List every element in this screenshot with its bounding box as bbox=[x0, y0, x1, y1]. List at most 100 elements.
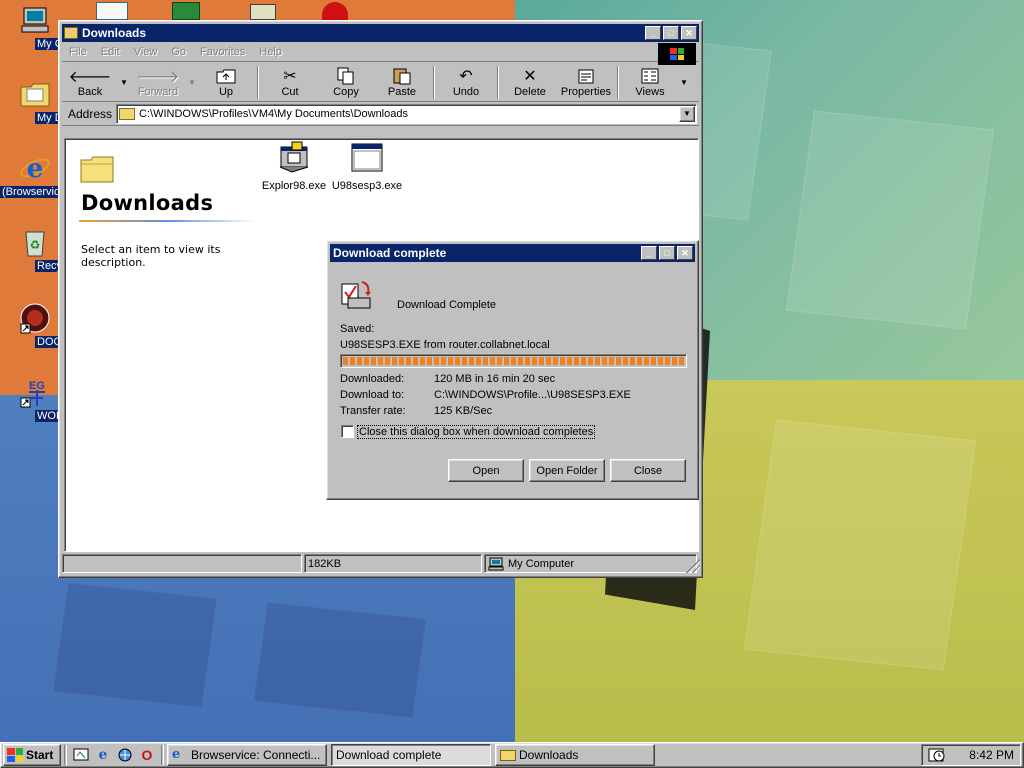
delete-label: Delete bbox=[514, 86, 546, 98]
svg-text:e: e bbox=[27, 154, 44, 184]
start-label: Start bbox=[26, 748, 54, 762]
excel-icon[interactable] bbox=[172, 2, 200, 20]
wallpaper-tile bbox=[743, 419, 977, 671]
close-button[interactable]: ✕ bbox=[677, 246, 693, 260]
setup-exe-icon bbox=[279, 141, 309, 173]
toolbar-separator bbox=[433, 66, 435, 99]
views-label: Views bbox=[635, 86, 665, 98]
back-dropdown[interactable]: ▼ bbox=[118, 64, 130, 101]
undo-button[interactable]: ↶ Undo bbox=[438, 64, 494, 101]
close-dialog-button[interactable]: Close bbox=[610, 459, 686, 482]
toolbar-separator bbox=[617, 66, 619, 99]
maximize-button[interactable]: □ bbox=[663, 26, 679, 40]
channels-icon[interactable] bbox=[114, 744, 136, 766]
dialog-title: Download complete bbox=[333, 246, 447, 260]
undo-label: Undo bbox=[452, 86, 480, 98]
delete-button[interactable]: ✕ Delete bbox=[502, 64, 558, 101]
file-name: U98sesp3.exe bbox=[331, 180, 403, 192]
forward-arrow-icon: 🡒 bbox=[136, 68, 180, 86]
show-desktop-icon[interactable] bbox=[70, 744, 92, 766]
open-button[interactable]: Open bbox=[448, 459, 524, 482]
task-download-complete[interactable]: Download complete bbox=[331, 744, 491, 766]
transfer-rate-label: Transfer rate: bbox=[340, 405, 406, 417]
address-bar: Address C:\WINDOWS\Profiles\VM4\My Docum… bbox=[62, 102, 699, 126]
start-button[interactable]: Start bbox=[3, 744, 61, 766]
taskbar-separator bbox=[64, 745, 67, 765]
minimize-button[interactable]: _ bbox=[645, 26, 661, 40]
menu-go[interactable]: Go bbox=[164, 46, 193, 58]
back-label: Back bbox=[77, 86, 103, 98]
address-label: Address bbox=[68, 106, 113, 121]
desktop-icon-label-line2: (Browservic bbox=[0, 186, 62, 198]
file-name: Explor98.exe bbox=[261, 180, 327, 192]
forward-dropdown[interactable]: ▼ bbox=[186, 64, 198, 101]
copy-label: Copy bbox=[333, 86, 359, 98]
saved-label: Saved: bbox=[340, 323, 375, 335]
dialog-body: Download Complete Saved: U98SESP3.EXE fr… bbox=[330, 262, 695, 495]
desktop-icon-partial[interactable] bbox=[96, 2, 128, 20]
address-dropdown-button[interactable]: ▼ bbox=[679, 105, 695, 122]
task-browservice[interactable]: e Browservice: Connecti... bbox=[167, 744, 327, 766]
views-button[interactable]: Views bbox=[622, 64, 678, 101]
minimize-button[interactable]: _ bbox=[641, 246, 657, 260]
address-field[interactable]: C:\WINDOWS\Profiles\VM4\My Documents\Dow… bbox=[116, 103, 697, 124]
menu-file[interactable]: File bbox=[62, 46, 94, 58]
maximize-button[interactable]: □ bbox=[659, 246, 675, 260]
opera-icon[interactable]: O bbox=[136, 744, 158, 766]
close-button[interactable]: ✕ bbox=[681, 26, 697, 40]
cut-button[interactable]: ✂ Cut bbox=[262, 64, 318, 101]
explorer-titlebar[interactable]: Downloads _ □ ✕ bbox=[62, 24, 699, 42]
copy-button[interactable]: Copy bbox=[318, 64, 374, 101]
download-complete-dialog: Download complete _ □ ✕ Download Complet… bbox=[326, 240, 699, 500]
task-label: Browservice: Connecti... bbox=[191, 748, 321, 762]
wallpaper-tile bbox=[252, 601, 428, 719]
download-to-label: Download to: bbox=[340, 389, 405, 401]
resize-grip[interactable] bbox=[686, 559, 700, 573]
copy-icon bbox=[335, 66, 357, 86]
address-value: C:\WINDOWS\Profiles\VM4\My Documents\Dow… bbox=[139, 107, 408, 120]
up-label: Up bbox=[218, 86, 234, 98]
undo-icon: ↶ bbox=[459, 68, 473, 85]
wallpaper-tile bbox=[785, 110, 995, 330]
views-dropdown[interactable]: ▼ bbox=[678, 64, 690, 101]
downloaded-value: 120 MB in 16 min 20 sec bbox=[434, 373, 556, 385]
close-when-done-checkbox[interactable] bbox=[341, 425, 354, 438]
open-folder-button[interactable]: Open Folder bbox=[529, 459, 605, 482]
doom-icon bbox=[19, 302, 51, 334]
scheduler-icon[interactable] bbox=[250, 4, 276, 20]
forward-button[interactable]: 🡒 Forward bbox=[130, 64, 186, 101]
folder-heading: Downloads bbox=[81, 191, 214, 215]
file-item[interactable]: Explor98.exe bbox=[256, 141, 332, 192]
windows-logo-throbber bbox=[658, 43, 696, 65]
properties-button[interactable]: Properties bbox=[558, 64, 614, 101]
internet-explorer-icon[interactable]: e bbox=[92, 744, 114, 766]
clock[interactable]: 8:42 PM bbox=[969, 748, 1014, 762]
menu-view[interactable]: View bbox=[127, 46, 165, 58]
menu-help[interactable]: Help bbox=[252, 46, 289, 58]
download-to-value: C:\WINDOWS\Profile...\U98SESP3.EXE bbox=[434, 389, 631, 401]
open-button-label: Open bbox=[472, 464, 500, 477]
status-zone: My Computer bbox=[484, 554, 697, 573]
close-when-done-label[interactable]: Close this dialog box when download comp… bbox=[356, 425, 596, 439]
downloaded-label: Downloaded: bbox=[340, 373, 405, 385]
scissors-icon: ✂ bbox=[283, 68, 297, 85]
dialog-titlebar[interactable]: Download complete _ □ ✕ bbox=[330, 244, 695, 262]
menu-edit[interactable]: Edit bbox=[94, 46, 127, 58]
status-zone-label: My Computer bbox=[508, 557, 575, 570]
paste-button[interactable]: Paste bbox=[374, 64, 430, 101]
forward-label: Forward bbox=[137, 86, 179, 98]
back-button[interactable]: 🡐 Back bbox=[62, 64, 118, 101]
task-downloads[interactable]: Downloads bbox=[495, 744, 655, 766]
up-button[interactable]: Up bbox=[198, 64, 254, 101]
menu-favorites[interactable]: Favorites bbox=[193, 46, 252, 58]
scheduler-tray-icon[interactable] bbox=[928, 747, 946, 763]
file-item[interactable]: U98sesp3.exe bbox=[329, 141, 405, 192]
documents-folder-icon bbox=[19, 78, 51, 110]
internet-explorer-icon: e bbox=[172, 747, 181, 762]
delete-x-icon: ✕ bbox=[523, 68, 537, 85]
cut-label: Cut bbox=[281, 86, 299, 98]
open-folder-button-label: Open Folder bbox=[536, 464, 598, 477]
heading-divider bbox=[79, 220, 257, 222]
taskbar-separator bbox=[161, 745, 164, 765]
toolbar-separator bbox=[497, 66, 499, 99]
